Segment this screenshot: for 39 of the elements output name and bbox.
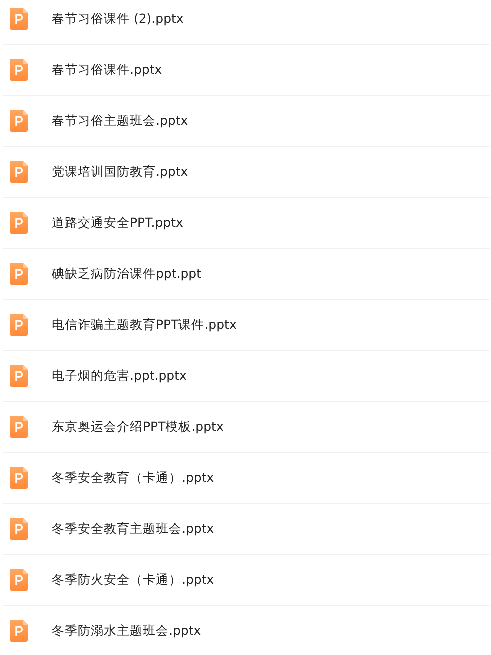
presentation-file-icon — [10, 467, 28, 489]
presentation-file-icon — [10, 416, 28, 438]
file-row[interactable]: 碘缺乏病防治课件ppt.ppt — [3, 249, 490, 300]
file-row[interactable]: 冬季防溺水主题班会.pptx — [3, 606, 490, 655]
presentation-file-icon — [10, 59, 28, 81]
file-name: 道路交通安全PPT.pptx — [52, 214, 184, 232]
file-name: 党课培训国防教育.pptx — [52, 164, 188, 180]
presentation-file-icon — [10, 212, 28, 234]
file-row[interactable]: 冬季安全教育主题班会.pptx — [3, 504, 490, 555]
presentation-file-icon — [10, 620, 28, 642]
file-name: 冬季防火安全（卡通）.pptx — [52, 572, 214, 588]
file-name: 电信诈骗主题教育PPT课件.pptx — [52, 316, 237, 334]
file-row[interactable]: 东京奥运会介绍PPT模板.pptx — [3, 402, 490, 453]
file-name: 冬季防溺水主题班会.pptx — [52, 622, 202, 640]
file-name: 春节习俗课件.pptx — [52, 62, 162, 78]
file-name: 电子烟的危害.ppt.pptx — [52, 368, 187, 384]
presentation-file-icon — [10, 161, 28, 183]
file-name: 冬季安全教育主题班会.pptx — [52, 520, 214, 538]
file-name: 东京奥运会介绍PPT模板.pptx — [52, 418, 224, 436]
presentation-file-icon — [10, 518, 28, 540]
file-name: 春节习俗主题班会.pptx — [52, 112, 188, 130]
file-row[interactable]: 党课培训国防教育.pptx — [3, 147, 490, 198]
file-name: 冬季安全教育（卡通）.pptx — [52, 470, 214, 486]
presentation-file-icon — [10, 365, 28, 387]
file-row[interactable]: 春节习俗课件.pptx — [3, 45, 490, 96]
file-name: 碘缺乏病防治课件ppt.ppt — [52, 266, 202, 282]
presentation-file-icon — [10, 8, 28, 30]
file-row[interactable]: 春节习俗课件 (2).pptx — [3, 0, 490, 45]
file-row[interactable]: 道路交通安全PPT.pptx — [3, 198, 490, 249]
file-row[interactable]: 冬季防火安全（卡通）.pptx — [3, 555, 490, 606]
presentation-file-icon — [10, 314, 28, 336]
file-name: 春节习俗课件 (2).pptx — [52, 10, 184, 28]
presentation-file-icon — [10, 110, 28, 132]
presentation-file-icon — [10, 263, 28, 285]
presentation-file-icon — [10, 569, 28, 591]
file-row[interactable]: 春节习俗主题班会.pptx — [3, 96, 490, 147]
file-row[interactable]: 冬季安全教育（卡通）.pptx — [3, 453, 490, 504]
file-row[interactable]: 电信诈骗主题教育PPT课件.pptx — [3, 300, 490, 351]
file-row[interactable]: 电子烟的危害.ppt.pptx — [3, 351, 490, 402]
